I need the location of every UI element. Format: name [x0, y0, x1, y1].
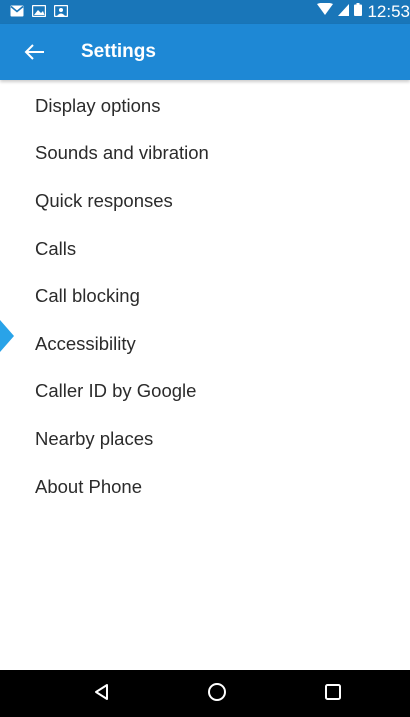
settings-item-calls[interactable]: Calls [0, 225, 410, 273]
settings-item-sounds-and-vibration[interactable]: Sounds and vibration [0, 130, 410, 178]
pointer-arrow-icon [0, 320, 16, 352]
page-title: Settings [81, 41, 156, 62]
nav-recents-button[interactable] [313, 678, 353, 710]
nav-back-button[interactable] [82, 678, 122, 710]
settings-item-quick-responses[interactable]: Quick responses [0, 177, 410, 225]
back-triangle-icon [92, 682, 112, 707]
photo-icon [53, 4, 69, 22]
back-button[interactable] [22, 40, 50, 64]
home-circle-icon [207, 682, 227, 707]
settings-item-about-phone[interactable]: About Phone [0, 463, 410, 511]
notification-icons [10, 4, 69, 22]
settings-item-caller-id[interactable]: Caller ID by Google [0, 368, 410, 416]
status-bar: 12:53 [0, 0, 410, 24]
settings-list: Display options Sounds and vibration Qui… [0, 82, 410, 510]
system-icons: 12:53 [317, 0, 410, 24]
arrow-back-icon [22, 44, 50, 68]
cell-signal-icon [338, 3, 350, 21]
image-icon [31, 4, 47, 22]
wifi-icon [317, 2, 334, 21]
gmail-icon [10, 4, 24, 22]
battery-icon [354, 3, 363, 21]
navigation-bar [0, 670, 410, 717]
recents-square-icon [323, 682, 343, 707]
nav-home-button[interactable] [197, 678, 237, 710]
app-bar: Settings [0, 24, 410, 80]
settings-item-nearby-places[interactable]: Nearby places [0, 415, 410, 463]
status-time: 12:53 [367, 2, 410, 21]
settings-item-accessibility[interactable]: Accessibility [0, 320, 410, 368]
settings-item-display-options[interactable]: Display options [0, 82, 410, 130]
settings-screen: 12:53 Settings Display options Sounds an… [0, 0, 410, 717]
settings-item-call-blocking[interactable]: Call blocking [0, 272, 410, 320]
